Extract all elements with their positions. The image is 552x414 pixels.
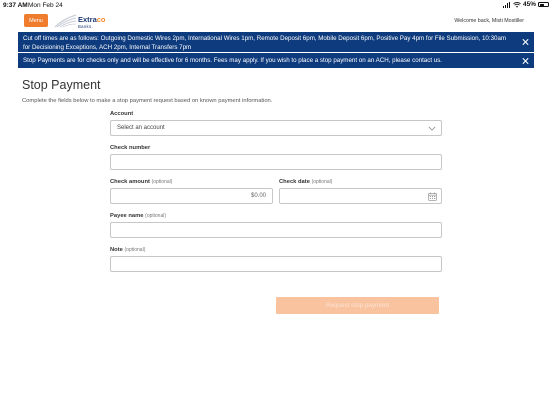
welcome-message: Welcome back, Misti Mostiller	[454, 18, 524, 24]
alert-text: Cut off times are as follows: Outgoing D…	[23, 35, 507, 51]
status-date: Mon Feb 24	[28, 2, 63, 9]
page-description: Complete the fields below to make a stop…	[22, 98, 273, 104]
request-stop-payment-button[interactable]: Request stop payment	[276, 297, 439, 314]
note-label: Note (optional)	[110, 247, 146, 253]
check-number-label: Check number	[110, 145, 151, 151]
page-title: Stop Payment	[22, 78, 101, 92]
logo-wordmark: Extraco	[78, 15, 106, 24]
stop-payment-info-alert: Stop Payments are for checks only and wi…	[18, 53, 534, 68]
battery-percent: 45%	[522, 1, 536, 8]
chevron-down-icon	[428, 126, 436, 131]
note-input[interactable]	[110, 256, 442, 272]
status-indicators: 45%	[502, 1, 549, 8]
logo-subtext: Banks.	[78, 24, 93, 29]
check-amount-label: Check amount (optional)	[110, 179, 173, 185]
check-date-label: Check date (optional)	[279, 179, 333, 185]
account-label: Account	[110, 111, 134, 117]
check-number-input[interactable]	[110, 154, 442, 170]
calendar-icon[interactable]	[428, 192, 437, 201]
extraco-logo: Extraco Banks.	[54, 13, 110, 29]
payee-name-label: Payee name (optional)	[110, 213, 167, 219]
close-icon[interactable]	[521, 56, 530, 65]
status-bar: 9:37 AM Mon Feb 24 45%	[0, 0, 552, 10]
status-time: 9:37 AM	[3, 2, 28, 9]
optional-hint: (optional)	[151, 179, 173, 185]
optional-hint: (optional)	[145, 213, 167, 219]
account-select-value: Select an account	[117, 125, 165, 131]
logo-swoosh-icon	[54, 14, 77, 28]
check-amount-input[interactable]: $0.00	[110, 188, 273, 204]
payee-name-input[interactable]	[110, 222, 442, 238]
close-icon[interactable]	[521, 38, 530, 47]
optional-hint: (optional)	[311, 179, 333, 185]
cutoff-times-alert: Cut off times are as follows: Outgoing D…	[18, 32, 534, 52]
account-select[interactable]: Select an account	[110, 120, 442, 136]
battery-icon	[538, 2, 549, 7]
alert-text: Stop Payments are for checks only and wi…	[23, 56, 443, 64]
menu-button[interactable]: Menu	[24, 14, 48, 27]
check-amount-value: $0.00	[250, 193, 266, 199]
cellular-signal-icon	[502, 1, 511, 8]
wifi-icon	[513, 1, 521, 8]
optional-hint: (optional)	[124, 247, 146, 253]
check-date-input[interactable]	[279, 188, 442, 204]
app-header: Menu Extraco Banks. Welcome back, Misti …	[18, 10, 534, 32]
